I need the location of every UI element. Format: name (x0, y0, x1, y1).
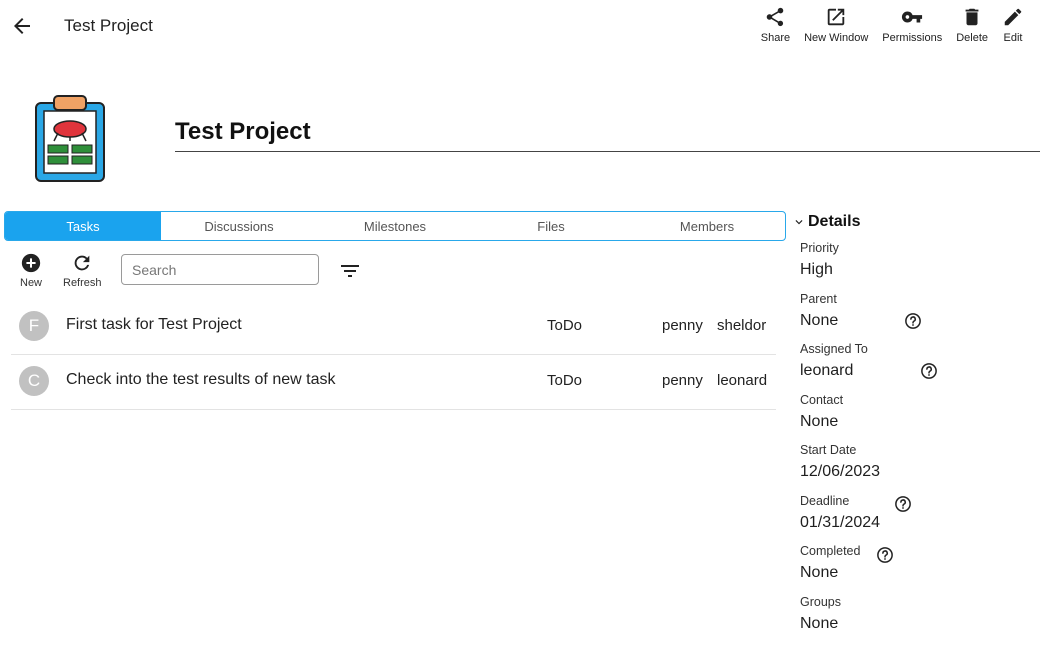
avatar: C (19, 366, 49, 396)
task-status: ToDo (547, 372, 583, 389)
details-heading: Details (808, 213, 861, 230)
filter-icon (341, 265, 359, 277)
back-button[interactable] (10, 14, 34, 38)
title-underline (175, 151, 1040, 152)
task-status: ToDo (547, 317, 583, 334)
task-assignee: sheldor (717, 317, 767, 334)
header-actions: Share New Window Permissions Delete Edit (754, 6, 1031, 50)
refresh-label: Refresh (63, 277, 102, 289)
help-circle-icon (895, 496, 911, 512)
parent-label: Parent (800, 292, 837, 306)
help-circle-icon (921, 363, 937, 379)
new-button[interactable]: New (20, 252, 42, 289)
assigned-help-button[interactable] (920, 362, 938, 380)
pencil-icon (1004, 8, 1022, 26)
share-label: Share (760, 32, 791, 44)
filter-button[interactable] (338, 259, 362, 283)
assigned-value: leonard (800, 362, 854, 379)
deadline-label: Deadline (800, 494, 850, 508)
task-name: First task for Test Project (66, 316, 242, 333)
permissions-button[interactable]: Permissions (875, 6, 949, 50)
task-assignee: penny (662, 372, 703, 389)
permissions-label: Permissions (882, 32, 943, 44)
deadline-value: 01/31/2024 (800, 514, 881, 531)
arrow-left-icon (14, 18, 30, 34)
details-toggle[interactable]: Details (792, 213, 860, 231)
contact-value: None (800, 413, 839, 430)
completed-label: Completed (800, 544, 861, 558)
contact-label: Contact (800, 393, 844, 407)
new-window-label: New Window (804, 32, 869, 44)
groups-value: None (800, 615, 839, 632)
priority-label: Priority (800, 241, 839, 255)
tab-discussions[interactable]: Discussions (161, 212, 317, 240)
project-logo (34, 93, 106, 183)
edit-button[interactable]: Edit (995, 6, 1031, 50)
key-icon (902, 11, 923, 23)
help-circle-icon (905, 313, 921, 329)
priority-value: High (800, 261, 833, 278)
new-window-button[interactable]: New Window (797, 6, 875, 50)
start-date-label: Start Date (800, 443, 857, 457)
parent-value: None (800, 312, 839, 329)
tab-members[interactable]: Members (629, 212, 785, 240)
new-label: New (20, 277, 43, 289)
app-title: Test Project (64, 16, 153, 35)
open-in-new-icon (827, 8, 845, 26)
avatar: F (19, 311, 49, 341)
help-circle-icon (877, 547, 893, 563)
deadline-help-button[interactable] (894, 495, 912, 513)
tab-files[interactable]: Files (473, 212, 629, 240)
delete-button[interactable]: Delete (949, 6, 995, 50)
share-icon (767, 7, 784, 27)
trash-icon (965, 8, 979, 26)
tab-milestones[interactable]: Milestones (317, 212, 473, 240)
completed-value: None (800, 564, 839, 581)
edit-label: Edit (1003, 32, 1023, 44)
chevron-down-icon (795, 220, 803, 225)
share-button[interactable]: Share (754, 6, 797, 50)
tab-bar: Tasks Discussions Milestones Files Membe… (4, 211, 786, 241)
task-assignee: leonard (717, 372, 768, 389)
search-input[interactable] (121, 254, 319, 285)
groups-label: Groups (800, 595, 841, 609)
completed-help-button[interactable] (876, 546, 894, 564)
table-row[interactable]: C Check into the test results of new tas… (11, 355, 776, 410)
table-row[interactable]: F First task for Test Project ToDo penny… (11, 300, 776, 355)
refresh-button[interactable]: Refresh (63, 252, 102, 289)
project-title[interactable]: Test Project (175, 118, 311, 146)
task-name: Check into the test results of new task (66, 371, 336, 388)
assigned-label: Assigned To (800, 342, 868, 356)
start-date-value: 12/06/2023 (800, 463, 881, 480)
refresh-icon (74, 255, 90, 271)
tab-tasks[interactable]: Tasks (5, 212, 161, 240)
task-assignee: penny (662, 317, 703, 334)
add-circle-icon (21, 253, 41, 273)
clipboard-icon (35, 95, 105, 182)
delete-label: Delete (956, 32, 988, 44)
parent-help-button[interactable] (904, 312, 922, 330)
